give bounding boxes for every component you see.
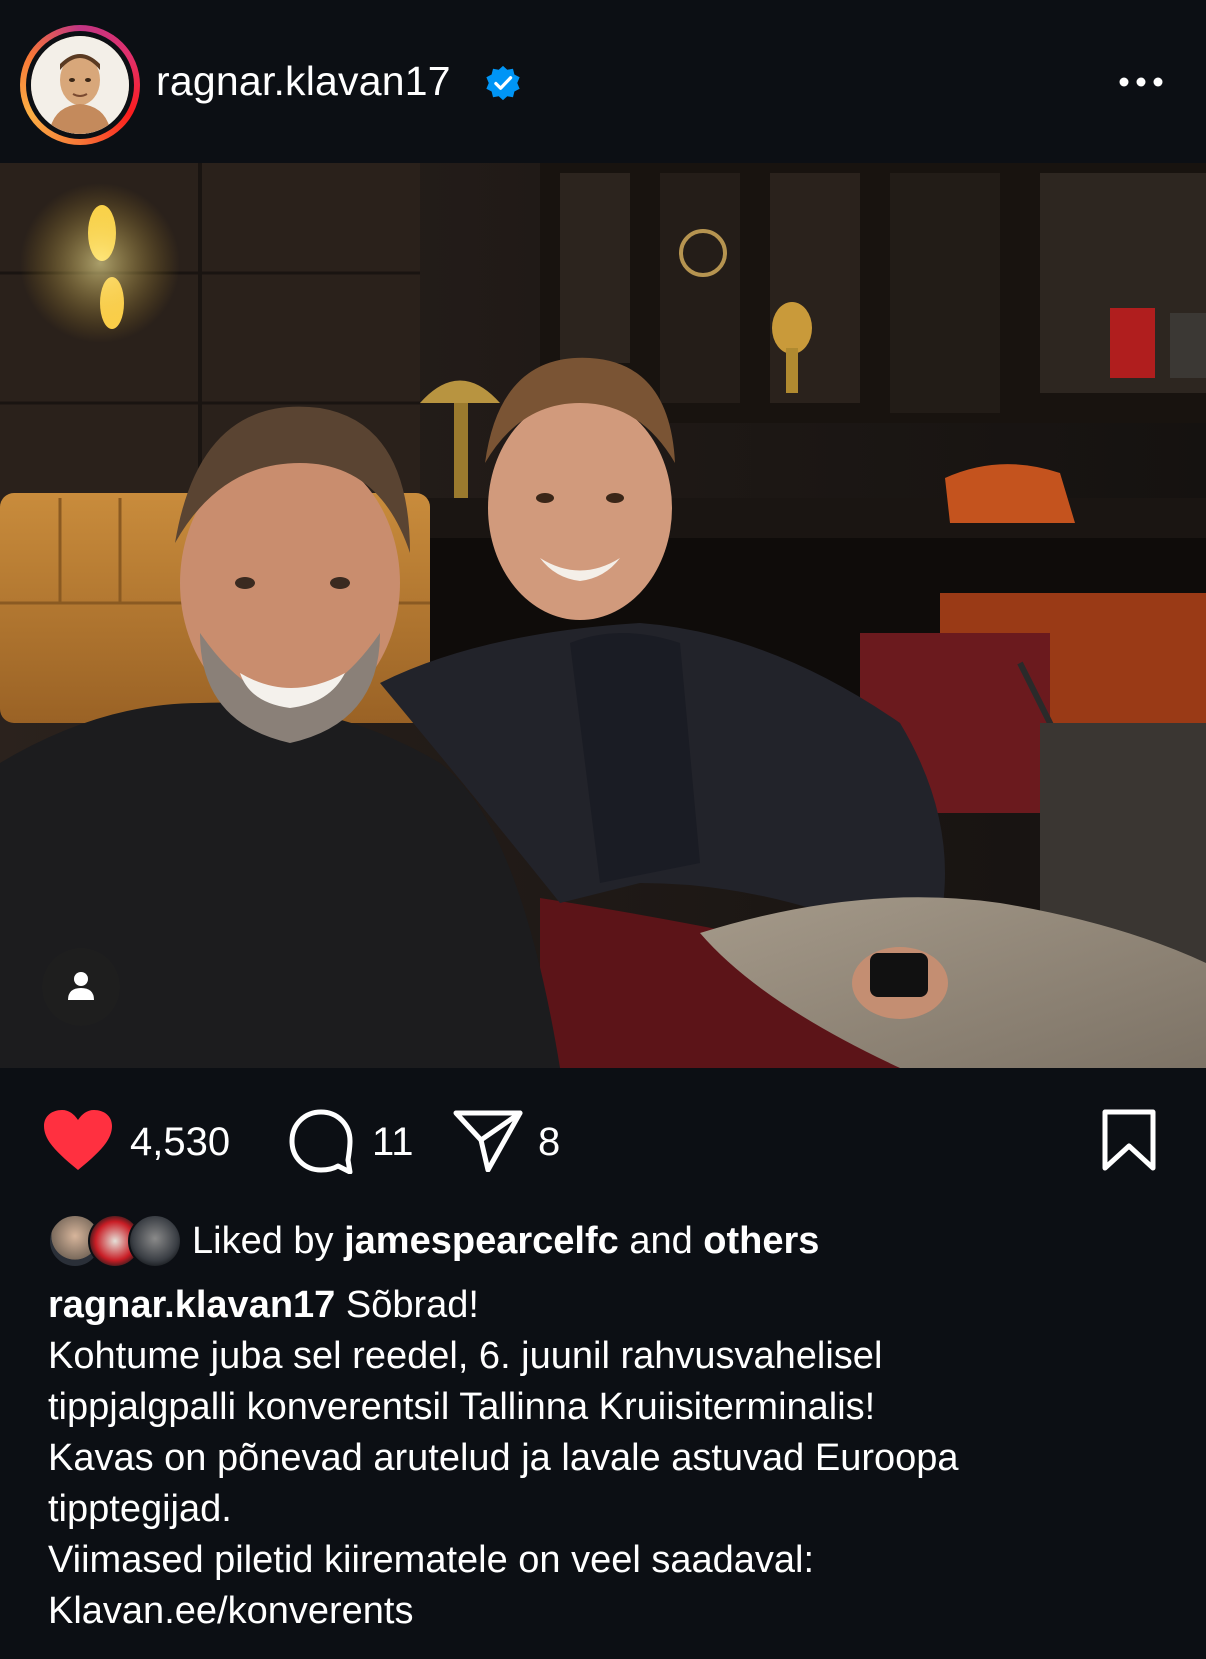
post-header: ragnar.klavan17 <box>0 0 1206 162</box>
caption-username[interactable]: ragnar.klavan17 <box>48 1284 335 1326</box>
liked-by-prefix: Liked by <box>192 1220 334 1262</box>
caption-line: tippjalgpalli konverentsil Tallinna Krui… <box>48 1386 876 1428</box>
bookmark-icon[interactable] <box>1100 1108 1158 1172</box>
caption-line: tipptegijad. <box>48 1488 232 1530</box>
verified-badge-icon <box>486 65 520 101</box>
more-horizontal-icon[interactable] <box>1116 72 1166 92</box>
liked-by-connector: and <box>629 1220 693 1262</box>
caption-line: Kohtume juba sel reedel, 6. juunil rahvu… <box>48 1335 883 1377</box>
post-photo-illustration <box>0 163 1206 1068</box>
caption-first-line: Sõbrad! <box>345 1284 479 1326</box>
post-photo[interactable] <box>0 163 1206 1068</box>
avatar <box>128 1214 182 1268</box>
person-icon <box>68 972 94 1000</box>
liked-by-text: Liked by jamespearcelfc and others <box>192 1220 819 1263</box>
caption-link[interactable]: Klavan.ee/konverents <box>48 1586 1168 1637</box>
post-caption: ragnar.klavan17 Sõbrad! Kohtume juba sel… <box>48 1280 1168 1637</box>
likes-count[interactable]: 4,530 <box>130 1120 230 1165</box>
liked-by-others[interactable]: others <box>703 1220 819 1262</box>
comment-icon[interactable] <box>288 1108 354 1174</box>
shares-count[interactable]: 8 <box>538 1120 560 1165</box>
heart-icon[interactable] <box>42 1108 114 1172</box>
comments-count[interactable]: 11 <box>372 1120 414 1165</box>
liked-by-avatars[interactable] <box>48 1214 182 1268</box>
caption-line: Viimased piletid kiirematele on veel saa… <box>48 1539 815 1581</box>
tagged-people-button[interactable] <box>42 948 120 1026</box>
profile-avatar[interactable] <box>20 25 140 145</box>
caption-line: Kavas on põnevad arutelud ja lavale astu… <box>48 1437 959 1479</box>
liked-by-user[interactable]: jamespearcelfc <box>344 1220 619 1262</box>
header-username[interactable]: ragnar.klavan17 <box>156 58 451 105</box>
share-icon[interactable] <box>452 1108 524 1172</box>
